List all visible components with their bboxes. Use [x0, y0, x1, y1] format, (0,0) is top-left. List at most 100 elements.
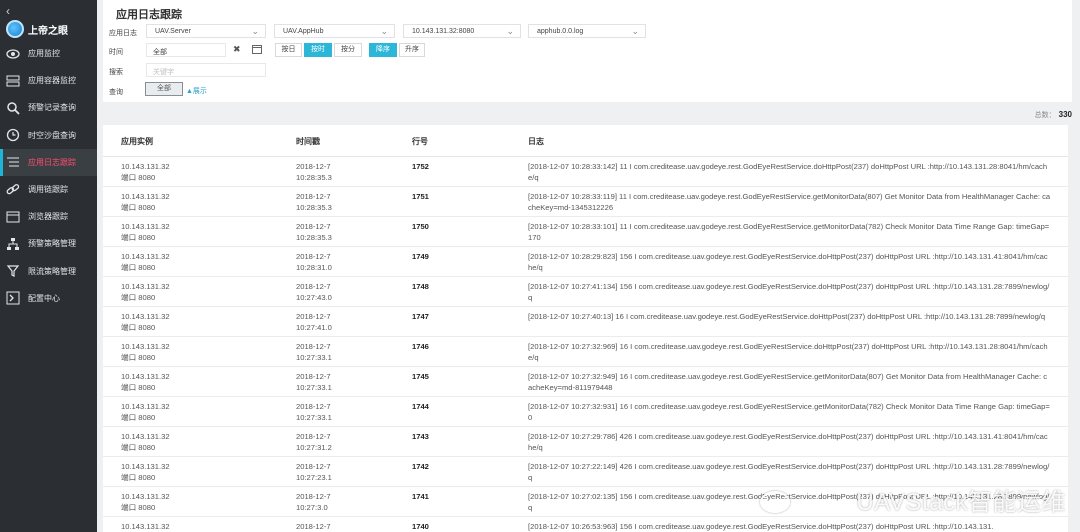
line-number: 1749	[412, 252, 429, 261]
log-message: [2018-12-07 10:27:22:149] 426 I com.cred…	[528, 462, 1050, 482]
timestamp-cell: 2018-12-7 10:27:33.1	[296, 401, 396, 423]
instance-cell: 10.143.131.32端口 8080	[121, 401, 281, 423]
instance-port: 端口 8080	[121, 413, 156, 422]
line-number: 1752	[412, 162, 429, 171]
log-file-select[interactable]: apphub.0.0.log ⌄	[528, 24, 646, 38]
chevron-down-icon: ⌄	[631, 26, 639, 36]
instance-cell: 10.143.131.32 端口 8080	[121, 491, 281, 513]
instance-ip: 10.143.131.32	[121, 162, 170, 171]
timestamp-time: 10:27:3.0	[296, 503, 328, 512]
instance-ip: 10.143.131.32	[121, 492, 170, 501]
timestamp-cell: 2018-12-7 10:27:23.1	[296, 461, 396, 483]
sidebar-item-label: 预警记录查询	[28, 103, 76, 113]
brand-title: 上帝之眼	[28, 25, 68, 37]
sort-asc-button[interactable]: 升序	[399, 43, 425, 57]
table-row[interactable]: 10.143.131.32 端口 8080 2018-12-7 10:27:43.0 1…	[103, 277, 1068, 307]
watermark: UAVStack智能运维	[856, 489, 1066, 516]
clear-icon[interactable]: ✖	[233, 44, 241, 55]
sidebar-item-alert-query[interactable]: 预警记录查询	[0, 94, 97, 121]
timestamp-cell: 2018-12-710:26:55.0	[296, 521, 396, 532]
timestamp-cell: 2018-12-7 10:27:33.1	[296, 371, 396, 393]
sort-desc-button[interactable]: 降序	[369, 43, 397, 57]
sidebar-item-config-center[interactable]: 配置中心	[0, 285, 97, 312]
column-header-line[interactable]: 行号	[412, 136, 428, 147]
chevron-left-icon[interactable]: ‹	[6, 4, 10, 18]
sidebar-item-sandbox-query[interactable]: 时空沙盘查询	[0, 122, 97, 149]
calendar-icon[interactable]	[252, 44, 262, 56]
filter-icon	[6, 264, 20, 278]
ip-select[interactable]: 10.143.131.32:8080 ⌄	[403, 24, 521, 38]
sidebar-item-alert-policy[interactable]: 预警策略管理	[0, 230, 97, 257]
instance-cell: 10.143.131.32端口 8080	[121, 521, 281, 532]
timestamp-date: 2018-12-7	[296, 462, 331, 471]
server-select[interactable]: UAV.Server ⌄	[146, 24, 266, 38]
browser-icon	[6, 210, 20, 224]
by-minute-button[interactable]: 按分	[334, 43, 362, 57]
sidebar-menu: 应用监控 应用容器监控 预警记录查询 时空沙盘查询 应用日志跟踪 调用链跟踪 浏…	[0, 40, 97, 312]
timestamp-date: 2018-12-7	[296, 312, 331, 321]
sidebar-item-container-monitor[interactable]: 应用容器监控	[0, 67, 97, 94]
table-row[interactable]: 10.143.131.32 端口 8080 2018-12-7 10:27:33.1 1…	[103, 337, 1068, 367]
brand[interactable]: 上帝之眼	[6, 20, 68, 38]
table-row[interactable]: 10.143.131.32 端口 8080 2018-12-7 10:27:31.2 1…	[103, 427, 1068, 457]
table-row[interactable]: 10.143.131.32 端口 8080 2018-12-7 10:27:41.0 1…	[103, 307, 1068, 337]
keyword-search-input[interactable]: 关键字	[146, 63, 266, 77]
instance-ip: 10.143.131.32	[121, 342, 170, 351]
expand-link[interactable]: ▲展示	[186, 86, 207, 96]
instance-ip: 10.143.131.32	[121, 312, 170, 321]
time-range-input[interactable]: 全部	[146, 43, 226, 57]
sidebar-item-log-trace[interactable]: 应用日志跟踪	[0, 148, 97, 177]
query-all-button[interactable]: 全部	[145, 82, 183, 96]
by-hour-button[interactable]: 按时	[304, 43, 332, 57]
table-header: 应用实例 时间戳 行号 日志	[103, 125, 1068, 157]
sidebar-item-label: 应用日志跟踪	[28, 157, 76, 167]
line-number: 1745	[412, 372, 429, 381]
column-header-instance[interactable]: 应用实例	[121, 136, 153, 147]
eye-icon	[6, 47, 20, 61]
line-number: 1748	[412, 282, 429, 291]
timestamp-time: 10:27:43.0	[296, 293, 332, 302]
sidebar-item-label: 预警策略管理	[28, 239, 76, 249]
eye-logo-icon	[6, 20, 24, 38]
instance-cell: 10.143.131.32 端口 8080	[121, 311, 281, 333]
instance-cell: 10.143.131.32端口 8080	[121, 341, 281, 363]
sidebar-item-label: 应用监控	[28, 49, 60, 59]
log-message: [2018-12-07 10:28:33:101] 11 I com.credi…	[528, 222, 1050, 242]
sidebar-item-ratelimit-policy[interactable]: 限流策略管理	[0, 258, 97, 285]
table-row[interactable]: 10.143.131.32端口 8080 2018-12-710:26:55.0 1…	[103, 517, 1068, 532]
timestamp-cell: 2018-12-7 10:28:31.0	[296, 251, 396, 273]
column-header-log[interactable]: 日志	[528, 136, 544, 147]
sidebar-item-label: 调用链跟踪	[28, 185, 68, 195]
log-message: [2018-12-07 10:26:53:963] 156 I com.cred…	[528, 522, 994, 531]
timestamp-date: 2018-12-7	[296, 162, 331, 171]
app-select[interactable]: UAV.AppHub ⌄	[274, 24, 395, 38]
table-row[interactable]: 10.143.131.32 端口 8080 2018-12-7 10:27:33.1 1…	[103, 397, 1068, 427]
table-row[interactable]: 10.143.131.32 端口 8080 2018-12-7 10:28:35.3 1…	[103, 217, 1068, 247]
sidebar-item-browser-trace[interactable]: 浏览器跟踪	[0, 203, 97, 230]
log-message: [2018-12-07 10:28:33:142] 11 I com.credi…	[528, 162, 1048, 182]
column-header-timestamp[interactable]: 时间戳	[296, 136, 320, 147]
table-row[interactable]: 10.143.131.32 端口 8080 2018-12-7 10:28:31.0 1…	[103, 247, 1068, 277]
log-message: [2018-12-07 10:27:29:786] 426 I com.cred…	[528, 432, 1048, 452]
table-row[interactable]: 10.143.131.32 端口 8080 2018-12-7 10:27:33.1 1…	[103, 367, 1068, 397]
table-row[interactable]: 10.143.131.32 端口 8080 2018-12-7 10:28:35.3 1…	[103, 187, 1068, 217]
timestamp-cell: 2018-12-7 10:28:35.3	[296, 221, 396, 243]
timestamp-cell: 2018-12-7 10:28:35.3	[296, 191, 396, 213]
by-day-button[interactable]: 按日	[275, 43, 302, 57]
log-message: [2018-12-07 10:27:32:969] 16 I com.credi…	[528, 342, 1048, 362]
instance-port: 端口 8080	[121, 503, 156, 512]
timestamp-date: 2018-12-7	[296, 402, 331, 411]
timestamp-cell: 2018-12-7 10:27:41.0	[296, 311, 396, 333]
line-number: 1743	[412, 432, 429, 441]
line-number: 1742	[412, 462, 429, 471]
sidebar-item-app-monitor[interactable]: 应用监控	[0, 40, 97, 67]
sidebar-item-call-chain[interactable]: 调用链跟踪	[0, 176, 97, 203]
timestamp-cell: 2018-12-7 10:27:31.2	[296, 431, 396, 453]
instance-ip: 10.143.131.32	[121, 222, 170, 231]
timestamp-date: 2018-12-7	[296, 222, 331, 231]
line-number: 1751	[412, 192, 429, 201]
time-label: 时间	[109, 49, 123, 56]
table-row[interactable]: 10.143.131.32 端口 8080 2018-12-7 10:28:35.3 1…	[103, 157, 1068, 187]
instance-port: 端口 8080	[121, 323, 156, 332]
line-number: 1747	[412, 312, 429, 321]
